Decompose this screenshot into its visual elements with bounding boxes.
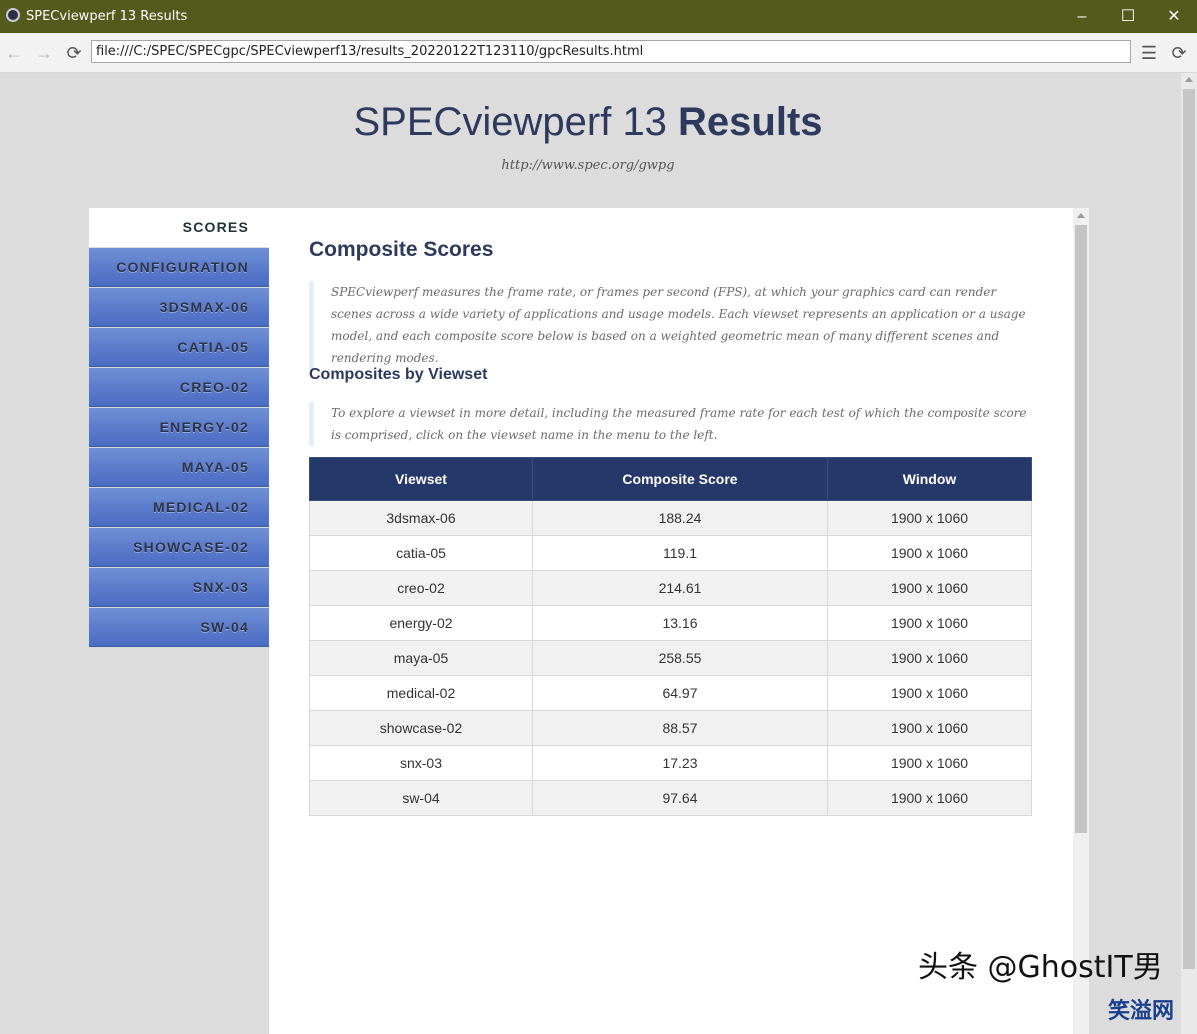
maximize-button[interactable]: ☐ — [1105, 0, 1151, 33]
table-row: catia-05 119.1 1900 x 1060 — [309, 535, 1032, 571]
content-scrollbar[interactable] — [1073, 208, 1089, 1034]
viewset-cell: 3dsmax-06 — [309, 500, 533, 536]
app-icon — [6, 8, 20, 22]
window-cell: 1900 x 1060 — [827, 745, 1032, 781]
viewset-cell: catia-05 — [309, 535, 533, 571]
sidebar-item-catia[interactable]: CATIA-05 — [89, 328, 269, 367]
subsection-heading: Composites by Viewset — [309, 366, 488, 383]
reload-icon[interactable]: ⟳ — [62, 41, 86, 65]
sidebar-item-3dsmax[interactable]: 3DSMAX-06 — [89, 288, 269, 327]
address-bar[interactable]: file:///C:/SPEC/SPECgpc/SPECviewperf13/r… — [91, 40, 1131, 63]
window-cell: 1900 x 1060 — [827, 675, 1032, 711]
scrollbar-thumb[interactable] — [1183, 89, 1195, 969]
page-subtitle: http://www.spec.org/gwpg — [501, 158, 675, 173]
score-cell: 258.55 — [532, 640, 828, 676]
sidebar-item-creo[interactable]: CREO-02 — [89, 368, 269, 407]
column-header-viewset: Viewset — [309, 457, 533, 501]
window-cell: 1900 x 1060 — [827, 780, 1032, 816]
score-cell: 119.1 — [532, 535, 828, 571]
score-cell: 97.64 — [532, 780, 828, 816]
window-title: SPECviewperf 13 Results — [26, 9, 188, 24]
column-header-window: Window — [827, 457, 1032, 501]
table-row: medical-02 64.97 1900 x 1060 — [309, 675, 1032, 711]
viewset-cell: creo-02 — [309, 570, 533, 606]
page-title-bold: Results — [678, 100, 823, 144]
sidebar-item-snx[interactable]: SNX-03 — [89, 568, 269, 607]
page-title-light: SPECviewperf 13 — [353, 100, 679, 144]
sidebar-item-maya[interactable]: MAYA-05 — [89, 448, 269, 487]
window-cell: 1900 x 1060 — [827, 605, 1032, 641]
window-cell: 1900 x 1060 — [827, 710, 1032, 746]
scroll-up-arrow-icon[interactable] — [1077, 213, 1085, 218]
intro-quote: SPECviewperf measures the frame rate, or… — [309, 281, 1031, 369]
back-arrow-icon[interactable]: ← — [2, 41, 26, 65]
viewset-cell: showcase-02 — [309, 710, 533, 746]
menu-icon[interactable]: ☰ — [1137, 41, 1161, 65]
scroll-up-arrow-icon[interactable] — [1185, 77, 1193, 82]
score-cell: 214.61 — [532, 570, 828, 606]
viewset-cell: sw-04 — [309, 780, 533, 816]
score-cell: 188.24 — [532, 500, 828, 536]
table-row: showcase-02 88.57 1900 x 1060 — [309, 710, 1032, 746]
window-cell: 1900 x 1060 — [827, 570, 1032, 606]
viewset-cell: maya-05 — [309, 640, 533, 676]
viewset-cell: snx-03 — [309, 745, 533, 781]
page-title: SPECviewperf 13 Results — [0, 100, 1176, 145]
sidebar-item-medical[interactable]: MEDICAL-02 — [89, 488, 269, 527]
browser-toolbar: ← → ⟳ file:///C:/SPEC/SPECgpc/SPECviewpe… — [0, 33, 1197, 73]
minimize-button[interactable]: – — [1059, 0, 1105, 33]
window-cell: 1900 x 1060 — [827, 535, 1032, 571]
sidebar-item-scores[interactable]: SCORES — [89, 208, 269, 247]
table-row: maya-05 258.55 1900 x 1060 — [309, 640, 1032, 676]
window-title-bar: SPECviewperf 13 Results – ☐ ✕ — [0, 0, 1197, 33]
table-row: snx-03 17.23 1900 x 1060 — [309, 745, 1032, 781]
score-cell: 13.16 — [532, 605, 828, 641]
table-row: 3dsmax-06 188.24 1900 x 1060 — [309, 500, 1032, 536]
close-button[interactable]: ✕ — [1151, 0, 1197, 33]
table-row: sw-04 97.64 1900 x 1060 — [309, 780, 1032, 816]
explore-quote: To explore a viewset in more detail, inc… — [309, 402, 1031, 446]
watermark-text: 头条 @GhostIT男 — [918, 950, 1163, 985]
sidebar-item-sw[interactable]: SW-04 — [89, 608, 269, 647]
watermark-site: 笑溢网 — [1108, 999, 1175, 1024]
sidebar-item-showcase[interactable]: SHOWCASE-02 — [89, 528, 269, 567]
sidebar-item-energy[interactable]: ENERGY-02 — [89, 408, 269, 447]
table-row: creo-02 214.61 1900 x 1060 — [309, 570, 1032, 606]
score-cell: 64.97 — [532, 675, 828, 711]
score-cell: 17.23 — [532, 745, 828, 781]
viewset-cell: energy-02 — [309, 605, 533, 641]
page-scrollbar[interactable] — [1181, 73, 1197, 1034]
forward-arrow-icon[interactable]: → — [32, 41, 56, 65]
column-header-score: Composite Score — [532, 457, 828, 501]
sidebar-item-configuration[interactable]: CONFIGURATION — [89, 248, 269, 287]
composite-scores-table: Viewset Composite Score Window 3dsmax-06… — [309, 457, 1032, 816]
window-cell: 1900 x 1060 — [827, 500, 1032, 536]
table-row: energy-02 13.16 1900 x 1060 — [309, 605, 1032, 641]
section-heading: Composite Scores — [309, 238, 494, 261]
scrollbar-thumb[interactable] — [1075, 225, 1087, 833]
score-cell: 88.57 — [532, 710, 828, 746]
viewset-cell: medical-02 — [309, 675, 533, 711]
table-header-row: Viewset Composite Score Window — [309, 457, 1032, 501]
refresh-icon[interactable]: ⟳ — [1167, 41, 1191, 65]
window-cell: 1900 x 1060 — [827, 640, 1032, 676]
